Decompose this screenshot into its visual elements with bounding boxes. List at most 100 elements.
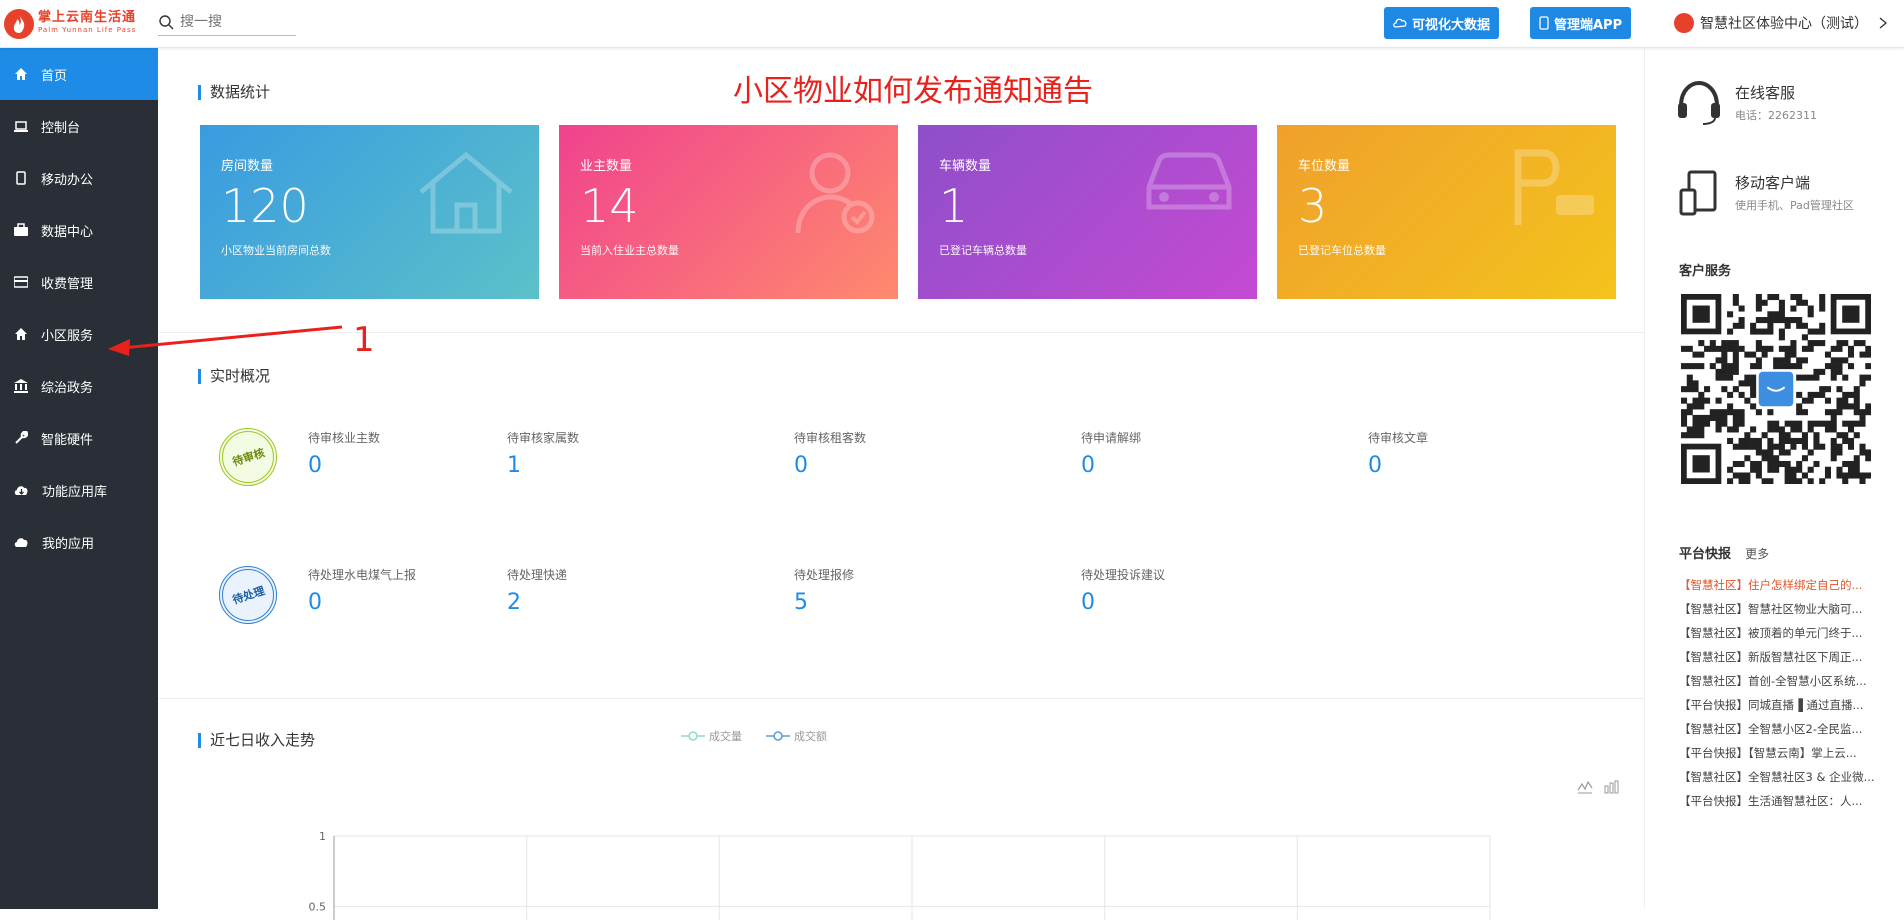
news-item[interactable]: 【平台快报】生活通智慧社区：人... (1679, 789, 1889, 813)
annotation-arrow (108, 325, 343, 356)
stat-pending-articles[interactable]: 待审核文章 0 (1368, 431, 1568, 478)
card-icon (14, 276, 28, 288)
stat-pending-repair[interactable]: 待处理报修 5 (794, 568, 994, 615)
online-service[interactable]: 在线客服 电话：2262311 (1675, 78, 1817, 126)
bar-chart-icon[interactable] (1603, 780, 1619, 794)
stat-label: 待审核租客数 (794, 431, 867, 445)
income-section-title: 近七日收入走势 (198, 733, 315, 748)
stamp-text: 待审核 (230, 446, 266, 469)
search-box (158, 9, 296, 36)
phone-icon (1539, 16, 1549, 30)
stat-value: 0 (1081, 453, 1095, 478)
news-item[interactable]: 【智慧社区】智慧社区物业大脑可... (1679, 597, 1889, 621)
stamp-text: 待处理 (230, 584, 266, 607)
legend-marker (681, 731, 705, 741)
owner-count-card[interactable]: 业主数量 14 当前入住业主总数量 (559, 125, 898, 299)
user-menu[interactable]: 智慧社区体验中心（测试） (1674, 10, 1890, 36)
parking-icon (1514, 149, 1594, 225)
stat-pending-owners[interactable]: 待审核业主数 0 (308, 431, 508, 478)
mobile-client[interactable]: 移动客户端 使用手机、Pad管理社区 (1675, 168, 1854, 216)
stat-label: 待审核家属数 (507, 431, 580, 445)
sidebar-item-my-apps[interactable]: 我的应用 (0, 516, 158, 568)
income-trend-chart: 10.5 (309, 830, 1491, 920)
stat-label: 待审核文章 (1368, 431, 1429, 445)
customer-service-title: 客户服务 (1679, 264, 1732, 279)
admin-app-button[interactable]: 管理端APP (1530, 7, 1632, 39)
sidebar-item-console[interactable]: 控制台 (0, 100, 158, 152)
bigdata-button-label: 可视化大数据 (1412, 17, 1491, 33)
news-item[interactable]: 【平台快报】【智慧云南】掌上云... (1679, 741, 1889, 765)
app-logo[interactable]: 掌上云南生活通 Palm Yunnan Life Pass (4, 6, 136, 42)
stat-pending-family[interactable]: 待审核家属数 1 (507, 431, 707, 478)
user-check-icon (795, 152, 875, 234)
sidebar-item-label: 综治政务 (41, 380, 94, 396)
stat-value: 0 (308, 590, 322, 615)
stat-pending-complaints[interactable]: 待处理投诉建议 0 (1081, 568, 1281, 615)
user-name: 智慧社区体验中心（测试） (1700, 16, 1868, 32)
stat-label: 待处理快递 (507, 568, 568, 582)
stat-pending-express[interactable]: 待处理快递 2 (507, 568, 707, 615)
news-item[interactable]: 【智慧社区】全智慧社区3 & 企业微... (1679, 765, 1889, 789)
news-item[interactable]: 【平台快报】同城直播▐ 通过直播... (1679, 693, 1889, 717)
chart-legend: 成交量 成交额 (681, 728, 851, 744)
user-avatar (1674, 13, 1694, 33)
car-icon (1146, 152, 1232, 210)
logo-name: 掌上云南生活通 (38, 10, 137, 25)
mobile-client-sub: 使用手机、Pad管理社区 (1735, 198, 1854, 212)
stat-value: 0 (794, 453, 808, 478)
sidebar-item-mobile-office[interactable]: 移动办公 (0, 152, 158, 204)
cloud-icon (1393, 18, 1407, 28)
sidebar-item-home[interactable]: 首页 (0, 48, 158, 100)
stat-pending-unbind[interactable]: 待申请解绑 0 (1081, 431, 1281, 478)
right-panel: 在线客服 电话：2262311 移动客户端 使用手机、Pad管理社区 客户服务 … (1644, 48, 1904, 909)
search-input[interactable] (180, 14, 290, 30)
pending-process-stamp: 待处理 (219, 566, 277, 624)
sidebar-item-label: 数据中心 (41, 224, 94, 240)
legend-item[interactable]: 成交额 (766, 728, 839, 744)
sidebar-item-label: 智能硬件 (41, 432, 94, 448)
news-item[interactable]: 【智慧社区】住户怎样绑定自己的... (1679, 573, 1889, 597)
bigdata-button[interactable]: 可视化大数据 (1384, 7, 1500, 39)
headset-icon (1678, 80, 1720, 125)
news-item[interactable]: 【智慧社区】新版智慧社区下周正... (1679, 645, 1889, 669)
news-more-link[interactable]: 更多 (1745, 547, 1769, 561)
qr-code (1681, 294, 1871, 484)
briefcase-icon (14, 223, 28, 236)
pending-review-stamp: 待审核 (219, 428, 277, 486)
sidebar-item-hardware[interactable]: 智能硬件 (0, 412, 158, 464)
news-item[interactable]: 【智慧社区】被顶着的单元门终于... (1679, 621, 1889, 645)
sidebar-item-label: 我的应用 (42, 536, 95, 552)
vehicle-count-card[interactable]: 车辆数量 1 已登记车辆总数量 (918, 125, 1257, 299)
sidebar-item-app-library[interactable]: 功能应用库 (0, 464, 158, 516)
sidebar-item-data-center[interactable]: 数据中心 (0, 204, 158, 256)
home-icon (15, 68, 27, 80)
stat-value: 5 (794, 590, 808, 615)
card-desc: 已登记车位总数量 (1298, 244, 1386, 257)
line-chart-icon[interactable] (1577, 780, 1593, 794)
legend-label: 成交额 (794, 730, 827, 743)
y-tick-label: 1 (319, 830, 326, 843)
sidebar-item-label: 首页 (41, 68, 68, 84)
sidebar: 首页 控制台 移动办公 数据中心 收费管理 小区服务 综治政务 智能硬件 功能应… (0, 48, 158, 909)
news-header: 平台快报 更多 (1679, 543, 1769, 562)
sidebar-item-label: 功能应用库 (42, 484, 108, 500)
news-item[interactable]: 【智慧社区】首创-全智慧小区系统... (1679, 669, 1889, 693)
room-count-card[interactable]: 房间数量 120 小区物业当前房间总数 (200, 125, 539, 299)
stat-pending-tenants[interactable]: 待审核租客数 0 (794, 431, 994, 478)
annotation-step-number: 1 (353, 320, 375, 360)
sidebar-item-label: 收费管理 (41, 276, 94, 292)
card-desc: 已登记车辆总数量 (939, 244, 1027, 257)
section-divider (158, 332, 1644, 333)
sidebar-item-billing[interactable]: 收费管理 (0, 256, 158, 308)
mobile-icon (16, 171, 26, 185)
logo-flame-icon (4, 9, 34, 39)
sidebar-item-label: 小区服务 (41, 328, 94, 344)
news-item[interactable]: 【智慧社区】全智慧小区2-全民监... (1679, 717, 1889, 741)
parking-count-card[interactable]: 车位数量 3 已登记车位总数量 (1277, 125, 1616, 299)
annotation-title: 小区物业如何发布通知通告 (733, 74, 1093, 109)
legend-item[interactable]: 成交量 (681, 728, 754, 744)
stat-pending-utility[interactable]: 待处理水电煤气上报 0 (308, 568, 418, 615)
legend-marker (766, 731, 790, 741)
stat-value: 0 (1368, 453, 1382, 478)
stat-value: 0 (308, 453, 322, 478)
